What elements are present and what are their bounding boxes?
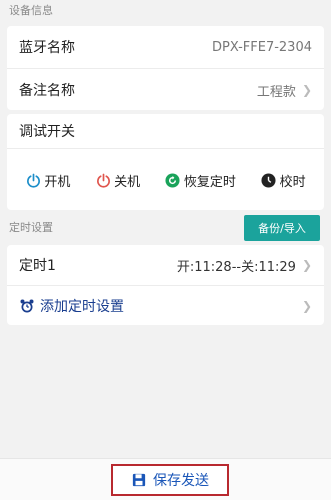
chevron-right-icon: ❯ [301,258,312,272]
restore-timer-label: 恢复定时 [183,174,236,190]
timer-value-group: 开:11:28--关:11:29 ❯ [177,256,312,275]
remark-name-row[interactable]: 备注名称 工程款 ❯ [7,69,324,111]
debug-switch-card: 调试开关 开机 关机 恢复定时 校时 [7,114,324,210]
debug-switch-title: 调试开关 [19,124,75,140]
sync-time-button[interactable]: 校时 [261,171,306,190]
device-info-card: 蓝牙名称 DPX-FFE7-2304 备注名称 工程款 ❯ [7,26,324,110]
power-off-label: 关机 [114,174,141,190]
power-icon [95,172,111,188]
save-send-label: 保存发送 [153,473,209,489]
chevron-right-icon: ❯ [301,83,312,97]
power-on-label: 开机 [44,174,71,190]
power-off-button[interactable]: 关机 [95,171,140,190]
save-icon [131,472,147,488]
sync-time-label: 校时 [279,174,306,190]
device-info-section-label: 设备信息 [9,4,53,17]
clock-icon [261,172,277,188]
remark-name-label: 备注名称 [19,83,75,99]
bluetooth-name-label: 蓝牙名称 [19,40,75,56]
timer-value: 开:11:28--关:11:29 [176,259,296,275]
debug-controls: 开机 关机 恢复定时 校时 [7,149,324,211]
bluetooth-name-row: 蓝牙名称 DPX-FFE7-2304 [7,26,324,68]
remark-name-value: 工程款 [256,84,296,100]
add-timer-label: 添加定时设置 [40,299,124,315]
timer-name: 定时1 [19,258,56,274]
backup-import-button[interactable]: 备份/导入 [244,215,320,241]
timer-section-label: 定时设置 [9,221,53,234]
bluetooth-name-value: DPX-FFE7-2304 [211,39,312,55]
restore-icon [165,172,181,188]
alarm-clock-icon [19,298,35,314]
power-on-button[interactable]: 开机 [25,171,70,190]
restore-timer-button[interactable]: 恢复定时 [165,171,236,190]
power-icon [25,172,41,188]
save-send-button[interactable]: 保存发送 [111,464,229,496]
add-timer-row[interactable]: 添加定时设置 ❯ [7,286,324,326]
chevron-right-icon: ❯ [301,299,312,313]
add-timer-label-group: 添加定时设置 [19,296,124,316]
timer-card: 定时1 开:11:28--关:11:29 ❯ 添加定时设置 ❯ [7,245,324,325]
timer-row[interactable]: 定时1 开:11:28--关:11:29 ❯ [7,245,324,285]
remark-name-value-group: 工程款 ❯ [257,81,312,100]
